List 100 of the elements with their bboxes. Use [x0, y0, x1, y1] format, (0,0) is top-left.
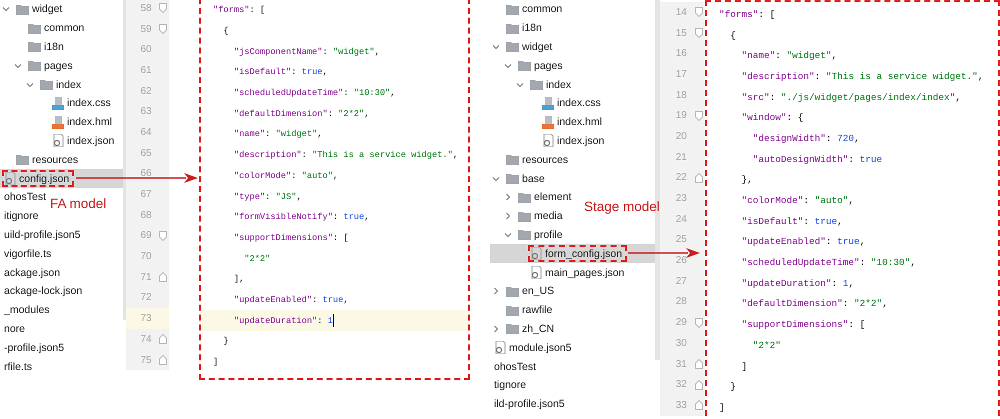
tree-item[interactable]: rawfile — [490, 300, 558, 320]
line-number: 25 — [674, 234, 687, 246]
fold-icon[interactable] — [159, 272, 167, 282]
folder-icon — [16, 4, 29, 15]
tree-item[interactable]: profile — [490, 226, 568, 244]
line-number: 15 — [674, 28, 687, 39]
code-line: } — [222, 336, 229, 346]
tree-item[interactable]: index — [0, 75, 86, 94]
fold-icon[interactable] — [695, 7, 703, 18]
chevron-icon — [26, 80, 34, 89]
line-number: 66 — [140, 168, 152, 180]
fold-icon[interactable] — [159, 355, 167, 366]
tree-item[interactable]: pages — [490, 56, 568, 76]
line-number: 71 — [140, 272, 152, 283]
tree-item[interactable]: ild-profile.json5 — [490, 394, 570, 414]
tree-item[interactable]: media — [490, 206, 568, 226]
tree-item[interactable]: pages — [0, 56, 78, 76]
code-line: "2*2" — [752, 340, 781, 351]
fold-icon[interactable] — [695, 400, 703, 410]
folder-icon — [506, 323, 519, 334]
tree-item[interactable]: itignore — [0, 206, 44, 226]
code-line: "defaultDimension": "2*2", — [740, 298, 888, 310]
fold-icon[interactable] — [695, 380, 703, 390]
fold-icon[interactable] — [695, 28, 703, 38]
code-line: "supportDimensions": [ — [740, 319, 866, 330]
tree-item[interactable]: _modules — [0, 300, 55, 320]
fold-icon[interactable] — [159, 3, 167, 14]
tree-item[interactable]: index.json — [0, 132, 120, 150]
tree-item[interactable]: resources — [490, 150, 574, 170]
tree-item[interactable]: ackage-lock.json — [0, 282, 88, 301]
tree-item[interactable]: -profile.json5 — [0, 338, 70, 358]
tree-item[interactable]: uild-profile.json5 — [0, 226, 86, 244]
line-number: 23 — [674, 193, 687, 204]
tree-item[interactable]: tignore — [490, 376, 532, 395]
folder-icon — [28, 60, 41, 72]
json-file-icon — [52, 134, 64, 148]
json-file-icon — [4, 172, 16, 186]
code-line: ] — [719, 402, 725, 413]
tree-item[interactable]: config.json — [0, 169, 124, 188]
tree-item[interactable]: common — [0, 18, 90, 38]
tree-item[interactable]: en_US — [490, 282, 560, 301]
text-cursor — [332, 314, 334, 328]
tree-item[interactable]: ohosTest — [0, 188, 52, 207]
line-number: 72 — [140, 292, 152, 304]
code-line: "src": "./js/widget/pages/index/index", — [740, 92, 961, 103]
line-number: 27 — [674, 276, 687, 287]
code-line: ] — [213, 357, 218, 368]
folder-icon — [506, 41, 519, 52]
line-number: 73 — [140, 313, 152, 324]
code-line: "autoDesignWidth": true — [752, 154, 882, 165]
tree-item[interactable]: ohosTest — [490, 357, 542, 376]
fold-icon[interactable] — [159, 334, 167, 344]
json-file-icon — [530, 266, 542, 280]
tree-item[interactable]: resources — [0, 150, 84, 170]
line-number: 19 — [674, 110, 687, 122]
chevron-icon — [492, 174, 500, 183]
fold-icon[interactable] — [695, 359, 703, 370]
tree-item[interactable]: form_config.json — [490, 244, 655, 264]
tree-item[interactable]: index.css — [0, 94, 116, 113]
code-line: "window": { — [740, 112, 804, 124]
folder-icon — [506, 173, 519, 184]
tree-item[interactable]: common — [490, 0, 568, 19]
tree-item[interactable]: index.css — [490, 94, 606, 113]
tree-item[interactable]: index — [490, 75, 576, 94]
folder-icon — [518, 60, 531, 72]
fold-icon[interactable] — [159, 24, 167, 34]
code-line: "name": "widget", — [232, 129, 323, 140]
tree-item[interactable]: module.json5 — [490, 338, 576, 358]
tree-item[interactable]: index.json — [490, 132, 610, 150]
tree-item[interactable]: index.hml — [490, 112, 607, 132]
chevron-icon — [2, 5, 10, 14]
line-number: 74 — [140, 334, 152, 345]
folder-icon — [518, 192, 531, 203]
fold-icon[interactable] — [695, 110, 703, 121]
tree-item[interactable]: widget — [490, 38, 558, 56]
folder-icon — [506, 286, 519, 297]
tree-item[interactable]: ackage.json — [0, 263, 66, 282]
fold-icon[interactable] — [159, 230, 167, 241]
tree-item[interactable]: vigorfile.ts — [0, 244, 56, 264]
line-number: 61 — [140, 64, 152, 76]
fold-icon[interactable] — [695, 318, 703, 328]
tree-item[interactable]: zh_CN — [490, 320, 560, 338]
code-line: ] — [740, 360, 748, 372]
code-line: }, — [740, 174, 753, 186]
folder-icon — [530, 79, 543, 90]
folder-icon — [28, 22, 41, 34]
tree-item[interactable]: main_pages.json — [490, 263, 630, 282]
tree-item[interactable]: nore — [0, 320, 30, 338]
tree-item[interactable]: i18n — [0, 38, 69, 56]
tree-item[interactable]: base — [490, 169, 550, 188]
fold-icon[interactable] — [695, 172, 703, 183]
folder-icon — [40, 79, 53, 90]
tree-item[interactable]: i18n — [490, 18, 547, 38]
css-file-icon — [542, 96, 554, 110]
tree-item[interactable]: widget — [0, 0, 68, 19]
code-line: "scheduledUpdateTime": "10:30", — [740, 257, 916, 268]
tree-item[interactable]: element — [490, 188, 576, 207]
tree-item[interactable]: rfile.ts — [0, 357, 38, 376]
line-number: 69 — [140, 230, 152, 242]
tree-item[interactable]: index.hml — [0, 112, 117, 132]
